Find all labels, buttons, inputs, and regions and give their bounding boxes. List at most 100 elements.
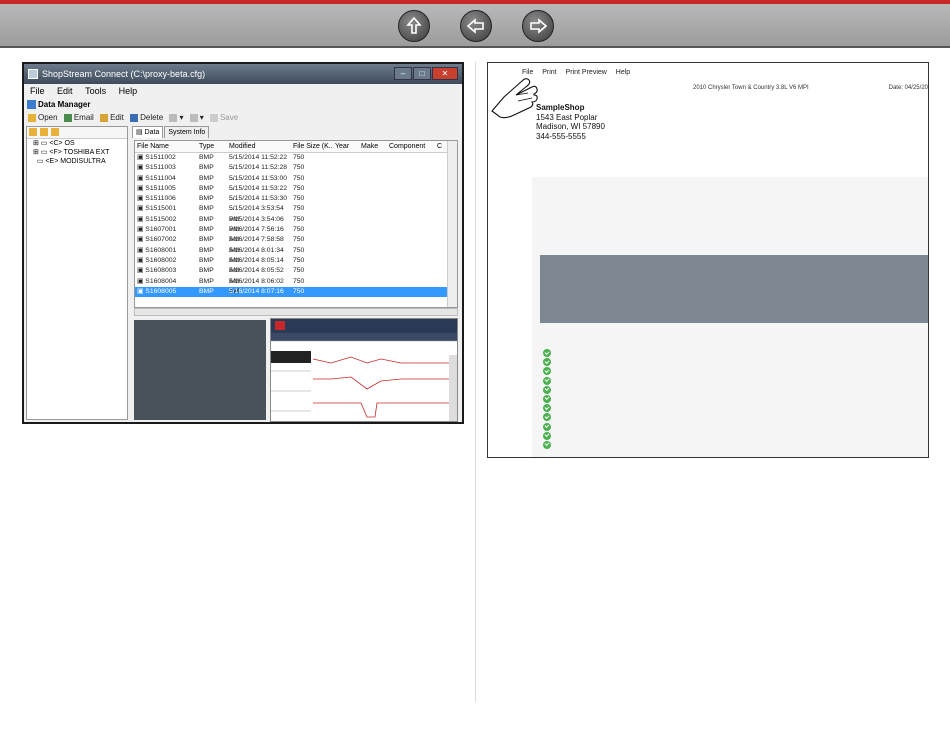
table-cell: ▣ S1515001 (137, 205, 177, 213)
table-cell: 750 (293, 205, 305, 213)
table-cell: 5/16/2014 7:56:16 AM (229, 226, 284, 244)
column-more[interactable]: C (437, 141, 442, 152)
table-cell: 750 (293, 154, 305, 161)
table-row[interactable]: ▣ S1607001 BMP 5/16/2014 7:56:16 AM 750 (135, 225, 457, 244)
save-icon (209, 113, 218, 122)
vehicle-description: 2010 Chrysler Town & Country 3.8L V6 MPI (693, 85, 809, 91)
report-menu-print-preview[interactable]: Print Preview (566, 69, 607, 76)
table-cell: ▣ S1511003 (137, 164, 176, 172)
email-button[interactable]: Email (63, 113, 94, 122)
menu-file[interactable]: File (30, 86, 45, 96)
menu-tools[interactable]: Tools (85, 86, 106, 96)
up-arrow-icon[interactable] (398, 10, 430, 42)
table-cell: BMP (199, 256, 214, 264)
table-cell: 5/16/2014 8:06:02 AM (229, 277, 284, 295)
table-row[interactable]: ▣ S1511006 BMP 5/15/2014 11:53:30 ... 750 (135, 194, 457, 212)
check-icon (543, 422, 551, 431)
print-icon (189, 113, 198, 122)
check-icon (543, 440, 551, 449)
table-cell: 750 (293, 215, 305, 223)
new-folder-icon[interactable] (51, 128, 59, 136)
table-cell: 5/16/2014 7:58:58 AM (229, 236, 284, 254)
table-row[interactable]: ▣ S1608001 BMP 5/16/2014 8:01:34 AM 750 (135, 246, 457, 264)
table-cell: ▣ S1511005 (137, 184, 176, 192)
table-row[interactable]: ▣ S1511002 BMP 5/15/2014 11:52:22 ... 750 (135, 153, 457, 172)
table-row[interactable]: ▣ S1511004 BMP 5/15/2014 11:53:00 ... 750 (135, 174, 457, 192)
open-button[interactable]: Open (28, 113, 58, 122)
table-cell: 5/15/2014 11:53:22 ... (229, 184, 288, 203)
table-cell: BMP (199, 205, 214, 213)
column-modified[interactable]: Modified (229, 141, 293, 152)
table-cell: ▣ S1511002 (137, 154, 176, 161)
column-type[interactable]: Type (199, 141, 229, 152)
table-cell: ▣ S1608001 (137, 246, 177, 254)
table-row[interactable]: ▣ S1511005 BMP 5/15/2014 11:53:22 ... 750 (135, 184, 457, 203)
table-row[interactable]: ▣ S1608003 BMP 5/16/2014 8:05:52 AM 750 (135, 266, 457, 284)
preview-pane (134, 320, 266, 420)
save-button[interactable]: Save (209, 113, 238, 122)
screenshot-thumbnail[interactable] (270, 318, 458, 422)
vertical-scrollbar[interactable] (447, 141, 457, 307)
delete-button[interactable]: Delete (130, 113, 163, 122)
data-manager-icon (27, 100, 36, 109)
back-arrow-icon[interactable] (460, 10, 492, 42)
tree-item-modisultra[interactable]: ▭ <E> MODISULTRA (27, 157, 127, 166)
table-row[interactable]: ▣ S1511003 BMP 5/15/2014 11:52:28 ... 750 (135, 163, 457, 181)
column-year[interactable]: Year (335, 141, 361, 152)
table-body: ▣ S1511002 BMP 5/15/2014 11:52:22 ... 750 ▣ … (135, 153, 457, 306)
shop-address-line1: 1543 East Poplar (536, 112, 598, 122)
horizontal-scrollbar[interactable] (134, 308, 458, 316)
table-cell: BMP (199, 246, 214, 254)
table-cell: BMP (199, 184, 214, 192)
table-cell: 750 (293, 277, 305, 285)
menu-help[interactable]: Help (119, 86, 138, 96)
table-cell: 750 (293, 287, 305, 295)
tree-item-toshiba[interactable]: ⊞ ▭ <F> TOSHIBA EXT (27, 148, 127, 157)
table-cell: 750 (293, 226, 305, 234)
top-navigation-bar (0, 0, 950, 48)
folder-up-icon[interactable] (40, 128, 48, 136)
copy-button[interactable]: ▾ (169, 113, 183, 122)
table-cell: 750 (293, 184, 305, 192)
table-row[interactable]: ▣ S1608004 BMP 5/16/2014 8:06:02 AM 750 (135, 277, 457, 295)
table-row[interactable]: ▣ S1608002 BMP 5/16/2014 8:05:14 AM 750 (135, 256, 457, 274)
tab-data[interactable]: ▤ Data (132, 126, 164, 138)
check-icon (543, 376, 551, 385)
table-cell: 5/15/2014 11:52:22 ... (229, 154, 288, 172)
minimize-button[interactable]: – (394, 67, 412, 80)
data-manager-header: Data Manager (24, 98, 462, 111)
folder-icon[interactable] (29, 128, 37, 136)
table-cell: 750 (293, 246, 305, 254)
table-header: File Name Type Modified File Size (K.. Y… (135, 141, 457, 153)
table-row[interactable]: ▣ S1515001 BMP 5/15/2014 3:53:54 PM 750 (135, 204, 457, 223)
maximize-button[interactable]: □ (413, 67, 431, 80)
forward-arrow-icon[interactable] (522, 10, 554, 42)
table-row[interactable]: ▣ S1608005 BMP 5/16/2014 8:07:16 AM 750 (135, 286, 457, 306)
table-cell: 5/15/2014 3:54:06 PM (229, 215, 284, 234)
table-row[interactable]: ▣ S1515002 BMP 5/15/2014 3:54:06 PM 750 (135, 215, 457, 234)
table-cell: ▣ S1607002 (137, 236, 177, 244)
table-cell: ▣ S1607001 (137, 226, 177, 234)
report-preview-panel: File Print Print Preview Help 2010 Chrys… (487, 62, 929, 458)
report-menu-help[interactable]: Help (616, 69, 630, 76)
table-cell: ▣ S1608002 (137, 256, 177, 264)
app-icon (28, 69, 38, 79)
email-icon (63, 113, 72, 122)
file-table: File Name Type Modified File Size (K.. Y… (134, 140, 458, 308)
table-cell: ▣ S1608005 (137, 287, 177, 295)
table-cell: BMP (199, 195, 214, 203)
close-button[interactable]: ✕ (432, 67, 458, 80)
table-row[interactable]: ▣ S1607002 BMP 5/16/2014 7:58:58 AM 750 (135, 235, 457, 254)
menu-edit[interactable]: Edit (57, 86, 73, 96)
column-component[interactable]: Component (389, 141, 437, 152)
print-button[interactable]: ▾ (189, 113, 204, 122)
tree-item-os[interactable]: ⊞ ▭ <C> OS (27, 139, 127, 148)
edit-button[interactable]: Edit (100, 113, 124, 122)
column-file-size[interactable]: File Size (K.. (293, 141, 335, 152)
tab-system-info[interactable]: System Info (164, 126, 210, 138)
table-cell: 5/15/2014 3:53:54 PM (229, 205, 284, 223)
column-file-name[interactable]: File Name (135, 141, 199, 152)
column-make[interactable]: Make (361, 141, 389, 152)
drive-tree: ⊞ ▭ <C> OS ⊞ ▭ <F> TOSHIBA EXT ▭ <E> MOD… (26, 126, 128, 420)
table-cell: 5/16/2014 8:07:16 AM (229, 287, 284, 306)
